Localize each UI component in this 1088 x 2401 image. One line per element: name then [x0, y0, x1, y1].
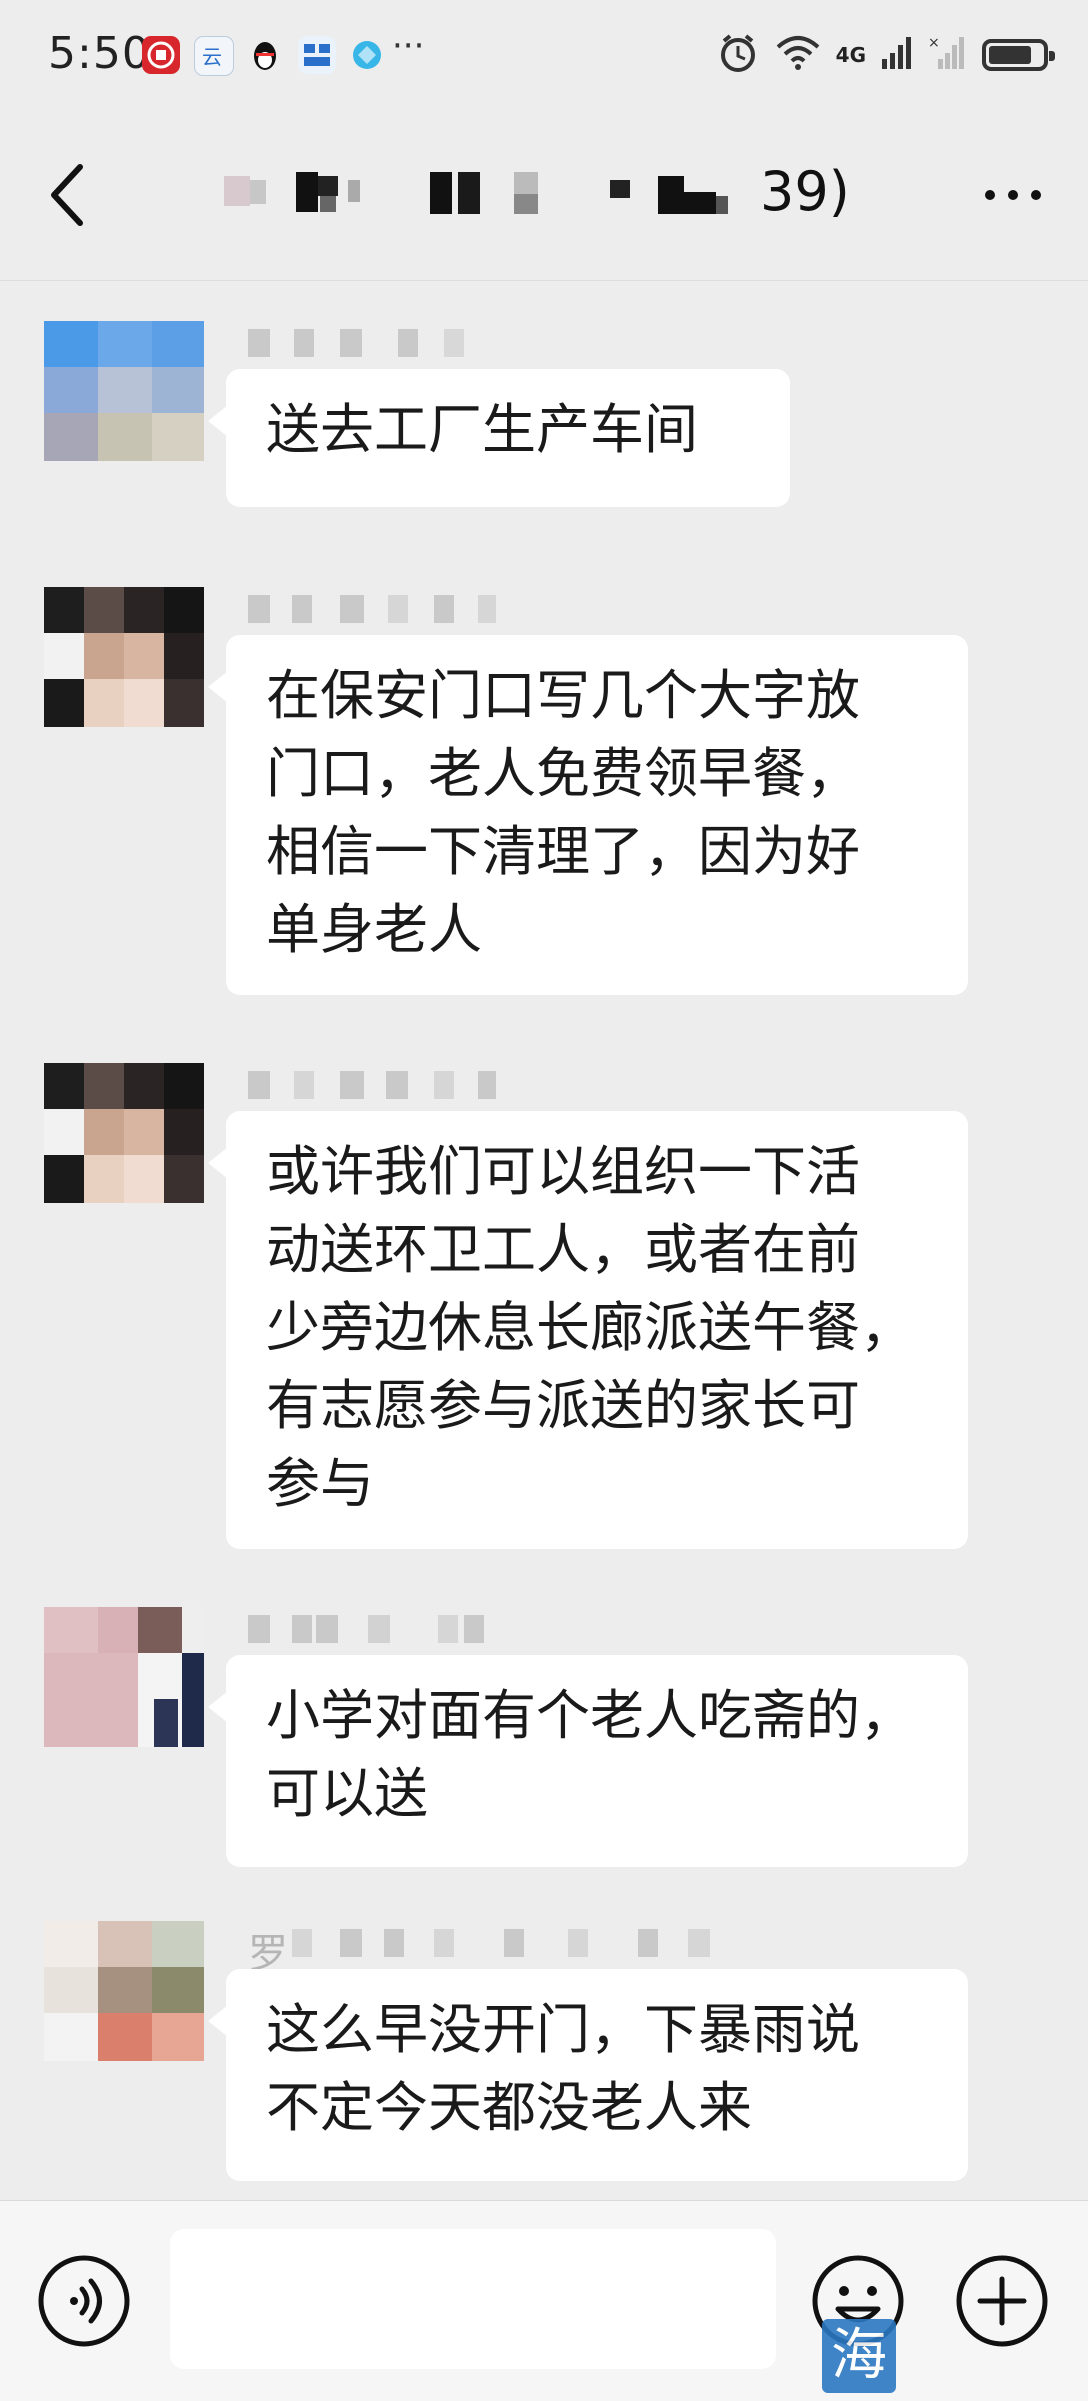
signal-no-service-icon: × [928, 35, 968, 75]
title-redaction-mosaic [224, 172, 728, 214]
qq-penguin-icon [246, 36, 284, 74]
message-item: 在保安门口写几个大字放 门口，老人免费领早餐， 相信一下清理了，因为好 单身老人 [0, 587, 1088, 1027]
plus-icon [956, 2255, 1048, 2347]
more-options-button[interactable] [978, 170, 1048, 220]
avatar[interactable] [44, 1607, 204, 1747]
sender-name [248, 321, 748, 365]
ellipsis-icon [985, 190, 1041, 200]
message-item: 小学对面有个老人吃斋的， 可以送 [0, 1607, 1088, 1907]
message-bubble[interactable]: 或许我们可以组织一下活 动送环卫工人，或者在前 少旁边休息长廊派送午餐， 有志愿… [208, 1111, 968, 1549]
wifi-icon [774, 33, 822, 77]
voice-input-button[interactable] [36, 2253, 132, 2349]
member-count: 39) [760, 160, 850, 223]
message-list[interactable]: 送去工厂生产车间 在保安门口写几个大字放 门口，老人免费领早餐， 相信一下清理了… [0, 281, 1088, 2201]
voice-icon [38, 2255, 130, 2347]
signal-icon [880, 35, 914, 75]
message-bubble[interactable]: 小学对面有个老人吃斋的， 可以送 [208, 1655, 968, 1867]
svg-text:云: 云 [202, 45, 222, 69]
message-item: 或许我们可以组织一下活 动送环卫工人，或者在前 少旁边休息长廊派送午餐， 有志愿… [0, 1063, 1088, 1583]
chevron-left-icon [51, 164, 83, 226]
more-functions-button[interactable] [954, 2253, 1050, 2349]
bank-app-icon [142, 36, 180, 74]
sender-name: 罗 [248, 1921, 748, 1977]
message-input[interactable] [170, 2229, 776, 2369]
sender-name [248, 1607, 748, 1651]
network-type: 4G [835, 43, 866, 67]
chat-header: 39) [0, 110, 1088, 281]
browser-app-icon [348, 36, 386, 74]
chat-title: 39) [220, 158, 860, 232]
input-bar: 海 [0, 2200, 1088, 2401]
status-time: 5:50 [48, 28, 151, 79]
cloud-app-icon: 云 [194, 36, 234, 76]
back-button[interactable] [40, 155, 100, 235]
status-indicators: 4G × [716, 30, 1055, 80]
message-bubble[interactable]: 在保安门口写几个大字放 门口，老人免费领早餐， 相信一下清理了，因为好 单身老人 [208, 635, 968, 995]
battery-icon [982, 39, 1055, 71]
message-item: 罗 这么早没开门，下暴雨说 不定今天都没老人来 [0, 1921, 1088, 2211]
svg-text:×: × [928, 35, 940, 51]
avatar[interactable] [44, 1921, 204, 2061]
alarm-icon [716, 31, 760, 79]
avatar[interactable] [44, 587, 204, 727]
sender-name [248, 1063, 748, 1107]
status-bar: 5:50 云 ··· 4G × [0, 0, 1088, 110]
avatar[interactable] [44, 1063, 204, 1203]
news-watermark: 海 [822, 2319, 896, 2393]
watermark-logo: 海 [822, 2319, 896, 2393]
message-item: 送去工厂生产车间 [0, 321, 1088, 621]
more-notifications-icon: ··· [392, 26, 425, 66]
message-bubble[interactable]: 送去工厂生产车间 [208, 369, 790, 507]
sender-name [248, 587, 748, 631]
grid-app-icon [298, 36, 336, 74]
avatar[interactable] [44, 321, 204, 461]
message-bubble[interactable]: 这么早没开门，下暴雨说 不定今天都没老人来 [208, 1969, 968, 2181]
